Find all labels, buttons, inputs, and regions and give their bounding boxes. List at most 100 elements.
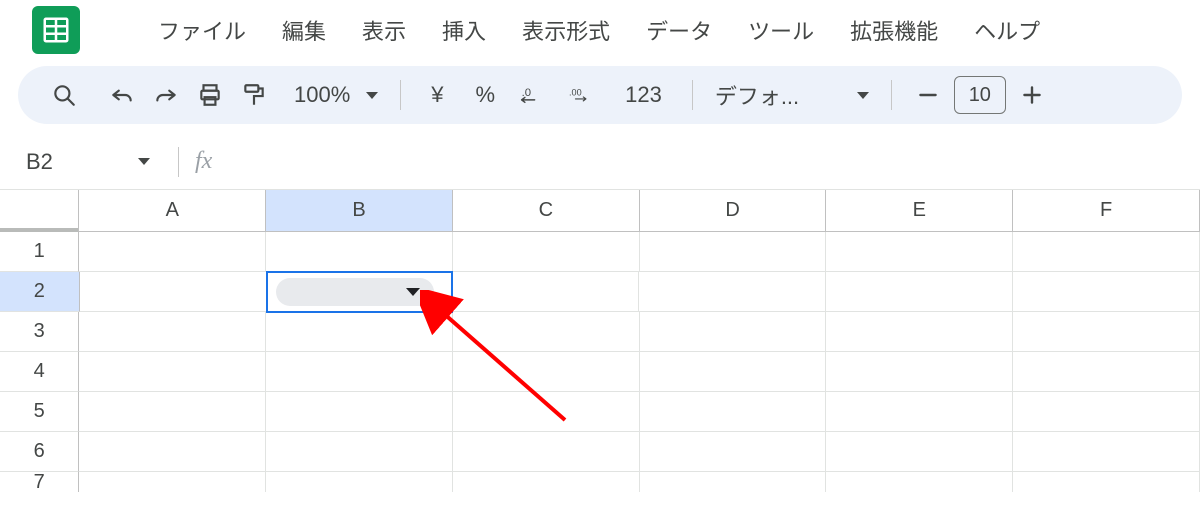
cell-c4[interactable] <box>453 352 640 392</box>
cell-a2[interactable] <box>80 272 267 312</box>
column-header-c[interactable]: C <box>453 190 640 231</box>
menu-view[interactable]: 表示 <box>344 8 424 52</box>
cell-e2[interactable] <box>826 272 1013 312</box>
separator <box>178 147 179 177</box>
row-header-4[interactable]: 4 <box>0 352 79 392</box>
font-size-input[interactable]: 10 <box>954 76 1006 114</box>
chevron-down-icon <box>406 288 420 296</box>
cell-b1[interactable] <box>266 232 453 272</box>
cell-b3[interactable] <box>266 312 453 352</box>
grid-row: 4 <box>0 352 1200 392</box>
undo-button[interactable] <box>100 73 144 117</box>
cell-c2[interactable] <box>452 272 639 312</box>
cell-f6[interactable] <box>1013 432 1200 472</box>
cell-b7[interactable] <box>266 472 453 492</box>
cell-f4[interactable] <box>1013 352 1200 392</box>
font-family-dropdown[interactable]: デフォ... <box>707 79 877 111</box>
font-size-decrease-button[interactable] <box>906 73 950 117</box>
grid-row: 2 <box>0 272 1200 312</box>
print-icon <box>197 82 223 108</box>
cell-d4[interactable] <box>640 352 827 392</box>
menu-data[interactable]: データ <box>628 8 730 52</box>
zoom-dropdown[interactable]: 100% <box>286 82 386 108</box>
menu-tools[interactable]: ツール <box>730 8 832 52</box>
row-header-6[interactable]: 6 <box>0 432 79 472</box>
paint-format-button[interactable] <box>232 73 276 117</box>
cell-e6[interactable] <box>826 432 1013 472</box>
toolbar: 100% ¥ % .0 .00 123 デフォ... 10 <box>18 66 1182 124</box>
cell-b5[interactable] <box>266 392 453 432</box>
search-icon <box>51 82 77 108</box>
menu-extensions[interactable]: 拡張機能 <box>832 8 956 52</box>
cell-c1[interactable] <box>453 232 640 272</box>
cell-c5[interactable] <box>453 392 640 432</box>
column-header-e[interactable]: E <box>826 190 1013 231</box>
name-box[interactable]: B2 <box>8 149 162 175</box>
name-box-value: B2 <box>26 149 53 175</box>
cell-e7[interactable] <box>826 472 1013 492</box>
percent-button[interactable]: % <box>460 73 512 117</box>
separator <box>891 80 892 110</box>
menu-bar: ファイル 編集 表示 挿入 表示形式 データ ツール 拡張機能 ヘルプ <box>0 0 1200 60</box>
minus-icon <box>915 82 941 108</box>
row-header-3[interactable]: 3 <box>0 312 79 352</box>
separator <box>692 80 693 110</box>
sheets-grid-icon <box>41 15 71 45</box>
cell-b6[interactable] <box>266 432 453 472</box>
row-header-5[interactable]: 5 <box>0 392 79 432</box>
cell-a1[interactable] <box>79 232 266 272</box>
menu-file[interactable]: ファイル <box>140 8 264 52</box>
cell-b4[interactable] <box>266 352 453 392</box>
more-formats-button[interactable]: 123 <box>609 73 678 117</box>
cell-c3[interactable] <box>453 312 640 352</box>
cell-f7[interactable] <box>1013 472 1200 492</box>
menu-insert[interactable]: 挿入 <box>424 8 504 52</box>
cell-a5[interactable] <box>79 392 266 432</box>
cell-d5[interactable] <box>640 392 827 432</box>
data-validation-dropdown-chip[interactable] <box>276 278 434 306</box>
cell-d1[interactable] <box>640 232 827 272</box>
cell-a6[interactable] <box>79 432 266 472</box>
cell-c6[interactable] <box>453 432 640 472</box>
undo-icon <box>109 82 135 108</box>
print-button[interactable] <box>188 73 232 117</box>
cell-f2[interactable] <box>1013 272 1200 312</box>
cell-e4[interactable] <box>826 352 1013 392</box>
cell-f5[interactable] <box>1013 392 1200 432</box>
cell-f3[interactable] <box>1013 312 1200 352</box>
cell-b2[interactable] <box>266 271 453 313</box>
select-all-corner[interactable] <box>0 190 79 232</box>
row-header-2[interactable]: 2 <box>0 272 80 312</box>
increase-decimal-button[interactable]: .00 <box>555 73 609 117</box>
row-header-7[interactable]: 7 <box>0 472 79 492</box>
currency-button[interactable]: ¥ <box>415 73 459 117</box>
grid-row: 7 <box>0 472 1200 492</box>
column-header-d[interactable]: D <box>640 190 827 231</box>
cell-d3[interactable] <box>640 312 827 352</box>
column-header-a[interactable]: A <box>79 190 266 231</box>
cell-a7[interactable] <box>79 472 266 492</box>
column-header-b[interactable]: B <box>266 190 453 231</box>
row-header-1[interactable]: 1 <box>0 232 79 272</box>
cell-e5[interactable] <box>826 392 1013 432</box>
decrease-decimal-button[interactable]: .0 <box>511 73 555 117</box>
search-menus-button[interactable] <box>42 73 86 117</box>
cell-a3[interactable] <box>79 312 266 352</box>
font-size-increase-button[interactable] <box>1010 73 1054 117</box>
cell-e1[interactable] <box>826 232 1013 272</box>
cell-d2[interactable] <box>639 272 826 312</box>
menu-edit[interactable]: 編集 <box>264 8 344 52</box>
zoom-value: 100% <box>294 82 360 108</box>
grid-row: 6 <box>0 432 1200 472</box>
cell-f1[interactable] <box>1013 232 1200 272</box>
chevron-down-icon <box>857 92 869 99</box>
redo-button[interactable] <box>144 73 188 117</box>
menu-format[interactable]: 表示形式 <box>504 8 628 52</box>
column-header-f[interactable]: F <box>1013 190 1200 231</box>
cell-d6[interactable] <box>640 432 827 472</box>
cell-a4[interactable] <box>79 352 266 392</box>
cell-c7[interactable] <box>453 472 640 492</box>
menu-help[interactable]: ヘルプ <box>956 8 1058 52</box>
cell-e3[interactable] <box>826 312 1013 352</box>
cell-d7[interactable] <box>640 472 827 492</box>
